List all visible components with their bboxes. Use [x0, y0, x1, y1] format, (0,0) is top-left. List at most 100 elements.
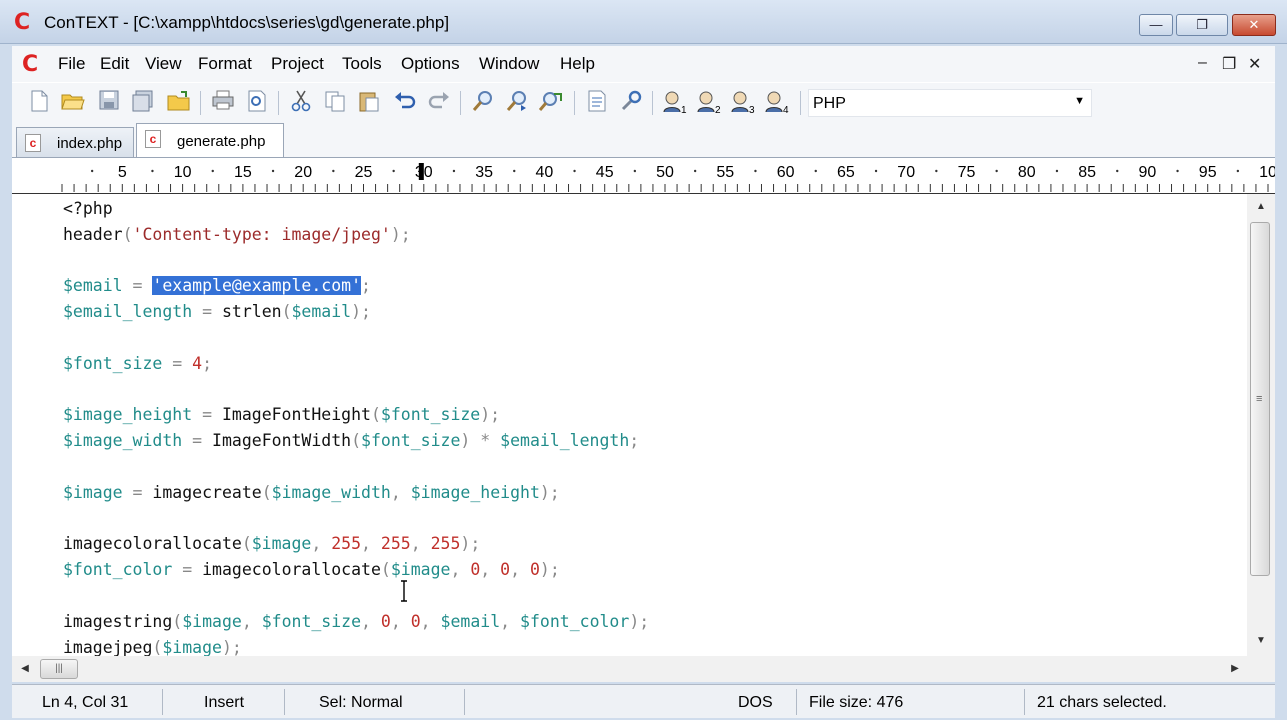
- text-cursor-icon: [401, 580, 407, 602]
- vertical-scrollbar[interactable]: ▲ ≡ ▼: [1247, 194, 1275, 656]
- find-next-icon[interactable]: [504, 90, 530, 116]
- code-token: );: [390, 224, 411, 244]
- menu-format[interactable]: Format: [198, 54, 252, 74]
- print-icon[interactable]: [210, 90, 236, 116]
- code-token: 'Content-type: image/jpeg': [132, 224, 391, 244]
- code-line[interactable]: $font_size = 4;: [63, 351, 649, 377]
- code-token: );: [351, 302, 371, 322]
- document-icon[interactable]: [584, 90, 610, 116]
- tab-generate-php[interactable]: c generate.php: [136, 123, 284, 157]
- code-line[interactable]: imagecolorallocate($image, 255, 255, 255…: [63, 531, 649, 557]
- horizontal-scroll-thumb[interactable]: |||: [40, 659, 78, 679]
- close-button[interactable]: ✕: [1232, 14, 1276, 36]
- ruler-label: 40: [536, 164, 554, 181]
- ruler-dot: [271, 169, 275, 173]
- code-line[interactable]: $image_height = ImageFontHeight($font_si…: [63, 402, 649, 428]
- chevron-down-icon[interactable]: ▼: [1074, 95, 1085, 107]
- save-icon[interactable]: [96, 90, 122, 116]
- code-token: 255: [331, 534, 362, 554]
- code-line[interactable]: imagestring($image, $font_size, 0, 0, $e…: [63, 609, 649, 635]
- ruler-scale: 5 10 15 20 25 30 35 40 45 50 55 60 65 70 75 80 85 90 95 10: [61, 163, 1275, 192]
- code-token: $image: [390, 560, 451, 580]
- menu-help[interactable]: Help: [560, 54, 595, 74]
- code-line[interactable]: [63, 377, 649, 403]
- code-line[interactable]: $image_width = ImageFontWidth($font_size…: [63, 428, 649, 454]
- code-editor[interactable]: <?php header('Content-type: image/jpeg');…: [12, 194, 1247, 656]
- minimize-button[interactable]: —: [1139, 14, 1173, 36]
- tab-index-php[interactable]: c index.php: [16, 127, 134, 157]
- ruler-label: 15: [234, 164, 252, 181]
- code-token: $font_size: [261, 611, 362, 631]
- vertical-scroll-thumb[interactable]: ≡: [1250, 222, 1270, 576]
- code-line[interactable]: [63, 454, 649, 480]
- doc-close-button[interactable]: ✕: [1248, 54, 1261, 74]
- code-line[interactable]: imagejpeg($image);: [63, 635, 649, 656]
- save-all-icon[interactable]: [130, 90, 156, 116]
- code-token: imagejpeg: [63, 637, 153, 656]
- doc-minimize-button[interactable]: ‒: [1198, 54, 1207, 72]
- svg-text:2: 2: [715, 105, 721, 114]
- document-logo-icon[interactable]: C: [22, 52, 38, 77]
- selection-mode[interactable]: Sel: Normal: [319, 694, 403, 712]
- menu-window[interactable]: Window: [479, 54, 539, 74]
- toolbar: 1 2 3 4 PHP ▼: [12, 82, 1275, 122]
- line-ending[interactable]: DOS: [738, 694, 773, 712]
- scroll-left-arrow-icon[interactable]: ◀: [14, 656, 36, 682]
- print-preview-icon[interactable]: [244, 90, 270, 116]
- open-folder-icon[interactable]: [60, 90, 86, 116]
- code-line[interactable]: [63, 506, 649, 532]
- menu-view[interactable]: View: [145, 54, 182, 74]
- code-token: ,: [480, 560, 501, 580]
- code-token: $image: [251, 534, 312, 554]
- menu-tools[interactable]: Tools: [342, 54, 382, 74]
- copy-icon[interactable]: [322, 90, 348, 116]
- menu-project[interactable]: Project: [271, 54, 324, 74]
- user-1-icon[interactable]: 1: [662, 90, 688, 116]
- code-line[interactable]: $font_color = imagecolorallocate($image,…: [63, 557, 649, 583]
- code-line[interactable]: [63, 248, 649, 274]
- scroll-right-arrow-icon[interactable]: ▶: [1224, 656, 1246, 682]
- insert-mode[interactable]: Insert: [204, 694, 244, 712]
- scroll-up-arrow-icon[interactable]: ▲: [1247, 196, 1275, 218]
- code-token: 0: [380, 611, 391, 631]
- open-folder-alt-icon[interactable]: [166, 90, 192, 116]
- ruler-label: 85: [1078, 164, 1096, 181]
- menu-bar: C File Edit View Format Project Tools Op…: [12, 46, 1275, 82]
- svg-text:4: 4: [783, 105, 789, 114]
- code-line[interactable]: [63, 325, 649, 351]
- find-icon[interactable]: [470, 90, 496, 116]
- code-token: 0: [529, 560, 540, 580]
- horizontal-scrollbar[interactable]: ◀ ||| ▶: [12, 656, 1247, 682]
- redo-icon[interactable]: [426, 90, 452, 116]
- user-3-icon[interactable]: 3: [730, 90, 756, 116]
- scroll-down-arrow-icon[interactable]: ▼: [1247, 630, 1275, 652]
- code-token: (: [152, 637, 163, 656]
- undo-icon[interactable]: [392, 90, 418, 116]
- menu-edit[interactable]: Edit: [100, 54, 129, 74]
- code-content[interactable]: <?php header('Content-type: image/jpeg');…: [63, 196, 649, 656]
- code-line[interactable]: $image = imagecreate($image_width, $imag…: [63, 480, 649, 506]
- code-token: $font_size: [63, 353, 163, 373]
- user-4-icon[interactable]: 4: [764, 90, 790, 116]
- language-select[interactable]: PHP ▼: [808, 89, 1092, 117]
- maximize-button[interactable]: ❐: [1176, 14, 1228, 36]
- code-line[interactable]: [63, 583, 649, 609]
- code-line[interactable]: <?php: [63, 196, 649, 222]
- code-line[interactable]: header('Content-type: image/jpeg');: [63, 222, 649, 248]
- code-line[interactable]: $email = 'example@example.com';: [63, 273, 649, 299]
- code-line[interactable]: $email_length = strlen($email);: [63, 299, 649, 325]
- tools-icon[interactable]: [618, 90, 644, 116]
- paste-icon[interactable]: [356, 90, 382, 116]
- menu-options[interactable]: Options: [401, 54, 460, 74]
- code-token: );: [480, 405, 501, 425]
- cursor-position: Ln 4, Col 31: [42, 694, 129, 711]
- new-file-icon[interactable]: [26, 90, 52, 116]
- user-2-icon[interactable]: 2: [696, 90, 722, 116]
- cut-icon[interactable]: [288, 90, 314, 116]
- code-token: ,: [450, 560, 471, 580]
- doc-restore-button[interactable]: ❐: [1222, 54, 1236, 74]
- replace-icon[interactable]: [538, 90, 564, 116]
- menu-file[interactable]: File: [58, 54, 85, 74]
- ruler-label: 35: [475, 164, 493, 181]
- tab-bar: c index.php c generate.php: [12, 122, 1275, 158]
